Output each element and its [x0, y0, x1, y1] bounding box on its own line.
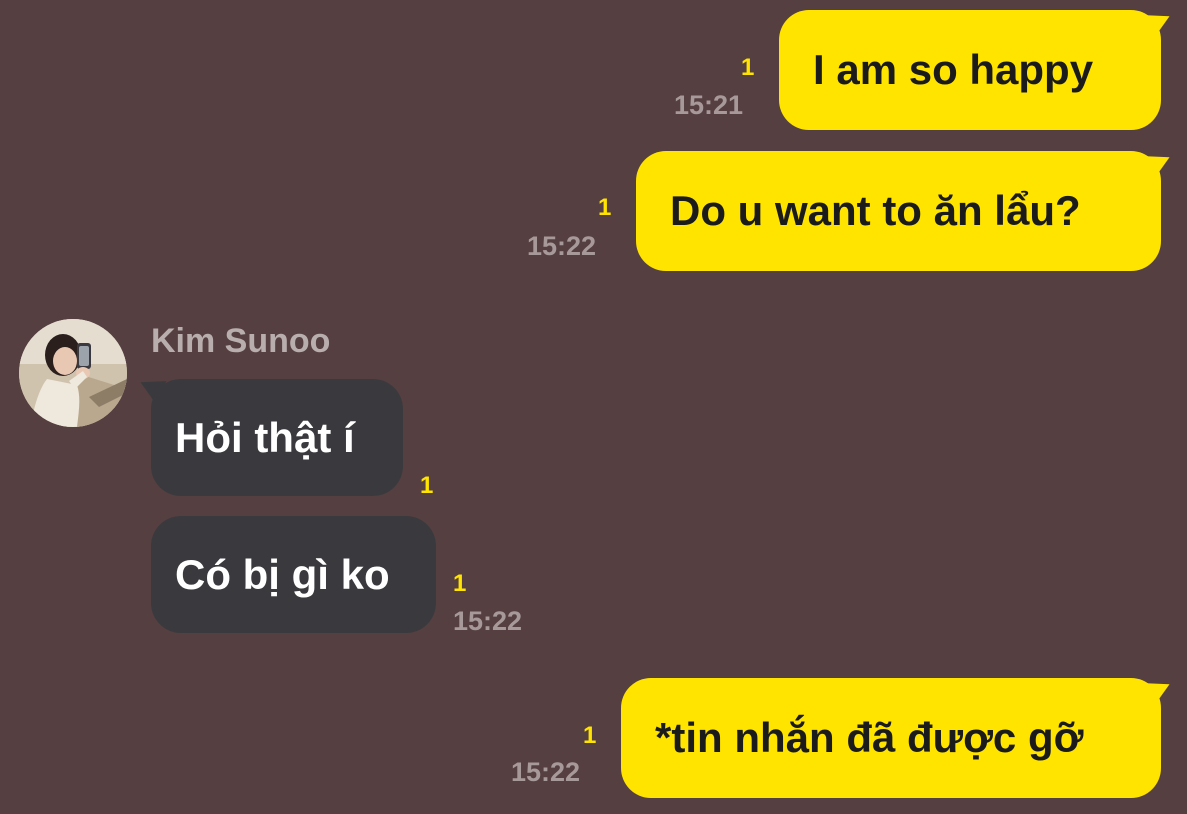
- message-text: Hỏi thật í: [175, 413, 355, 461]
- sender-name: Kim Sunoo: [151, 322, 331, 360]
- unread-count: 1: [583, 722, 597, 749]
- message-text: Do u want to ăn lẩu?: [670, 187, 1081, 234]
- incoming-message-bubble[interactable]: Có bị gì ko: [151, 516, 436, 633]
- message-time: 15:22: [511, 757, 581, 787]
- outgoing-message-bubble[interactable]: Do u want to ăn lẩu?: [636, 151, 1161, 271]
- chat-area[interactable]: 1 15:21 I am so happy 1 15:22 Do u want …: [0, 0, 1187, 814]
- message-text: *tin nhắn đã được gỡ: [655, 714, 1084, 761]
- message-text: I am so happy: [813, 46, 1094, 93]
- unread-count: 1: [741, 54, 755, 81]
- profile-photo-icon: [19, 319, 127, 427]
- message-time: 15:22: [453, 606, 523, 636]
- message-time: 15:22: [527, 231, 597, 261]
- avatar[interactable]: [19, 319, 127, 427]
- message-text: Có bị gì ko: [175, 550, 390, 598]
- outgoing-message-bubble[interactable]: *tin nhắn đã được gỡ: [621, 678, 1161, 798]
- unread-count: 1: [598, 194, 612, 221]
- incoming-message-bubble[interactable]: Hỏi thật í: [151, 379, 403, 496]
- unread-count: 1: [420, 472, 434, 499]
- message-time: 15:21: [674, 90, 744, 120]
- unread-count: 1: [453, 570, 467, 597]
- outgoing-message-bubble[interactable]: I am so happy: [779, 10, 1161, 130]
